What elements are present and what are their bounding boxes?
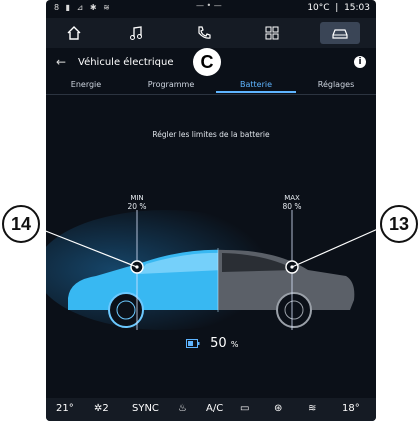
callout-14: 14 [2, 205, 40, 243]
callout-c: C [193, 48, 221, 76]
callout-13: 13 [380, 205, 418, 243]
